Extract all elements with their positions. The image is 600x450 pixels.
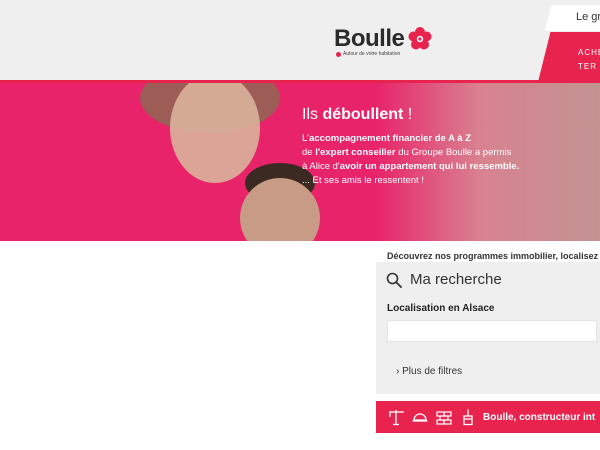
hero-text-line-4: ... Et ses amis le ressentent ! [302,175,424,186]
crane-icon [389,410,404,426]
chevron-right-icon: › [396,366,400,377]
flower-logo-icon [408,27,432,50]
search-title: Ma recherche [410,271,502,288]
hero-title: Ils déboullent ! [302,106,413,123]
tagline-dot-icon [336,51,341,57]
search-icon [386,272,402,288]
bricks-icon [436,411,452,425]
logo-tagline: Autour de votre habitation [336,51,400,57]
top-right-link[interactable]: Le gr [576,11,600,23]
tagline-text: Autour de votre habitation [343,51,401,57]
hardhat-icon [412,413,428,422]
banner-icons [387,408,477,426]
nav-item-acheter[interactable]: ACHE [578,48,600,57]
more-filters-link[interactable]: › Plus de filtres [396,366,462,377]
hero-text-line-1: L'accompagnement financier de A à Z [302,133,472,144]
hero-text-line-2: de l'expert conseiller du Groupe Boulle … [302,147,512,158]
nav-item-terrain[interactable]: TER [578,62,597,71]
banner-text: Boulle, constructeur int [483,412,596,423]
logo[interactable]: Boulle [334,26,433,52]
location-label: Localisation en Alsace [387,303,495,314]
logo-wordmark: Boulle [334,25,405,52]
hero-photo-face [170,83,260,183]
hero-text-line-3: à Alice d'avoir un appartement qui lui r… [302,161,520,172]
location-input[interactable] [387,320,597,342]
search-intro-text: Découvrez nos programmes immobilier, loc… [387,251,599,261]
paint-brush-icon [463,409,473,426]
site-header [0,0,600,80]
